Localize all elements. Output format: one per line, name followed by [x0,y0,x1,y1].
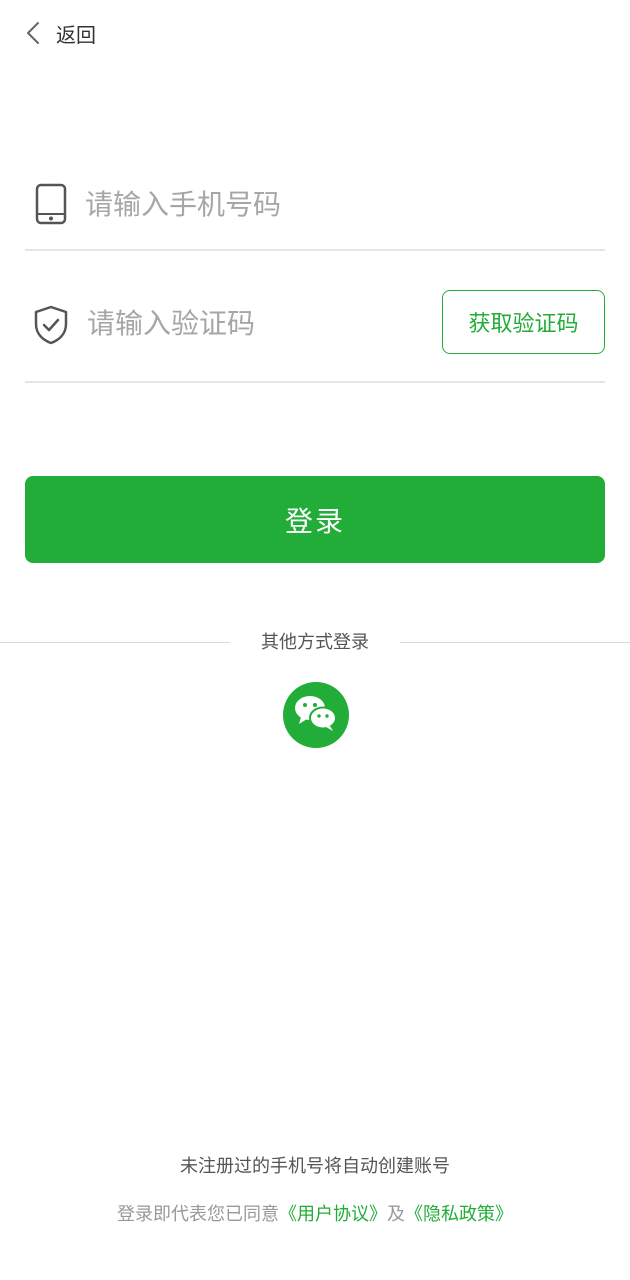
login-button[interactable]: 登录 [25,476,605,563]
back-label: 返回 [56,22,96,47]
other-login-divider: 其他方式登录 [0,628,630,658]
user-agreement-link[interactable]: 《用户协议》 [279,1204,387,1225]
agreement-text: 登录即代表您已同意《用户协议》及《隐私政策》 [0,1200,630,1226]
agreement-prefix: 登录即代表您已同意 [117,1204,279,1225]
divider-line-left [0,642,230,643]
phone-field [25,160,605,251]
other-login-label: 其他方式登录 [261,632,369,653]
phone-icon [31,182,71,226]
top-bar: 返回 [0,0,630,66]
phone-divider [25,249,605,251]
shield-check-icon [31,303,71,347]
auto-register-note: 未注册过的手机号将自动创建账号 [180,1156,450,1177]
privacy-policy-link[interactable]: 《隐私政策》 [405,1204,513,1225]
wechat-icon [293,693,339,737]
code-field: 获取验证码 [25,281,605,383]
agreement-conjunction: 及 [387,1204,405,1225]
chevron-left-icon [22,18,44,48]
get-code-button[interactable]: 获取验证码 [442,290,605,354]
divider-line-right [400,642,630,643]
code-divider [25,381,605,383]
back-button[interactable]: 返回 [22,18,96,48]
code-input[interactable] [87,303,417,343]
wechat-login-button[interactable] [283,682,349,748]
phone-input[interactable] [85,184,505,224]
